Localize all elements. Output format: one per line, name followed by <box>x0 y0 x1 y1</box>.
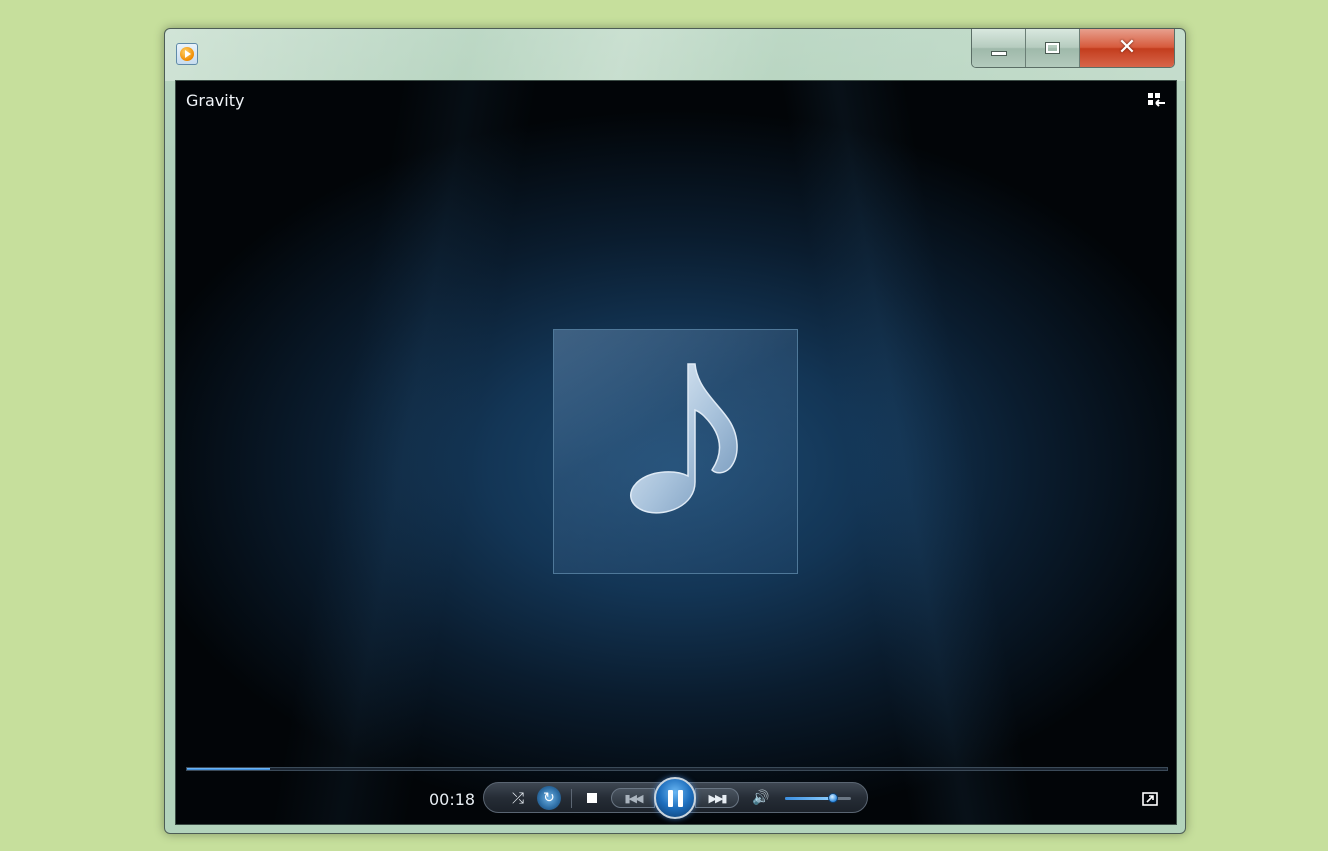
controls-divider <box>571 789 572 808</box>
now-playing-area[interactable]: Gravity 00:18 ⤮ ↻ ▮◀◀ ▶▶▮ 🔊 <box>175 80 1177 825</box>
previous-icon: ▮◀◀ <box>624 791 644 805</box>
switch-to-library-icon[interactable] <box>1148 93 1166 109</box>
minimize-icon <box>990 50 1007 56</box>
minimize-button[interactable] <box>972 29 1026 67</box>
seek-bar[interactable] <box>186 767 1168 771</box>
close-icon: ✕ <box>1117 35 1137 60</box>
pause-icon <box>667 789 683 807</box>
speaker-icon: 🔊 <box>752 790 770 806</box>
playback-controls: ⤮ ↻ ▮◀◀ ▶▶▮ 🔊 <box>483 777 868 819</box>
music-note-icon <box>630 363 738 514</box>
maximize-button[interactable] <box>1026 29 1080 67</box>
track-title: Gravity <box>186 91 245 110</box>
media-player-window: ✕ Gravity 00:18 ⤮ ↻ ▮◀◀ ▶▶▮ 🔊 <box>164 28 1186 834</box>
volume-slider[interactable] <box>785 793 851 803</box>
volume-level <box>785 797 833 800</box>
volume-thumb[interactable] <box>827 793 838 803</box>
stop-icon <box>587 793 597 803</box>
media-player-icon[interactable] <box>176 43 198 65</box>
play-pause-button[interactable] <box>654 777 696 819</box>
caption-buttons: ✕ <box>971 29 1175 68</box>
stop-button[interactable] <box>582 788 602 808</box>
next-button[interactable]: ▶▶▮ <box>695 788 739 808</box>
elapsed-time: 00:18 <box>429 790 476 809</box>
next-icon: ▶▶▮ <box>708 791 728 805</box>
shuffle-button[interactable]: ⤮ <box>506 787 530 809</box>
album-art <box>553 329 798 574</box>
repeat-icon: ↻ <box>543 790 555 806</box>
shuffle-icon: ⤮ <box>511 789 524 807</box>
previous-button[interactable]: ▮◀◀ <box>611 788 655 808</box>
seek-progress <box>187 768 271 770</box>
close-button[interactable]: ✕ <box>1080 29 1174 67</box>
repeat-button[interactable]: ↻ <box>537 786 561 810</box>
maximize-icon <box>1045 42 1060 54</box>
mute-button[interactable]: 🔊 <box>750 788 772 808</box>
fullscreen-icon[interactable] <box>1142 792 1158 806</box>
